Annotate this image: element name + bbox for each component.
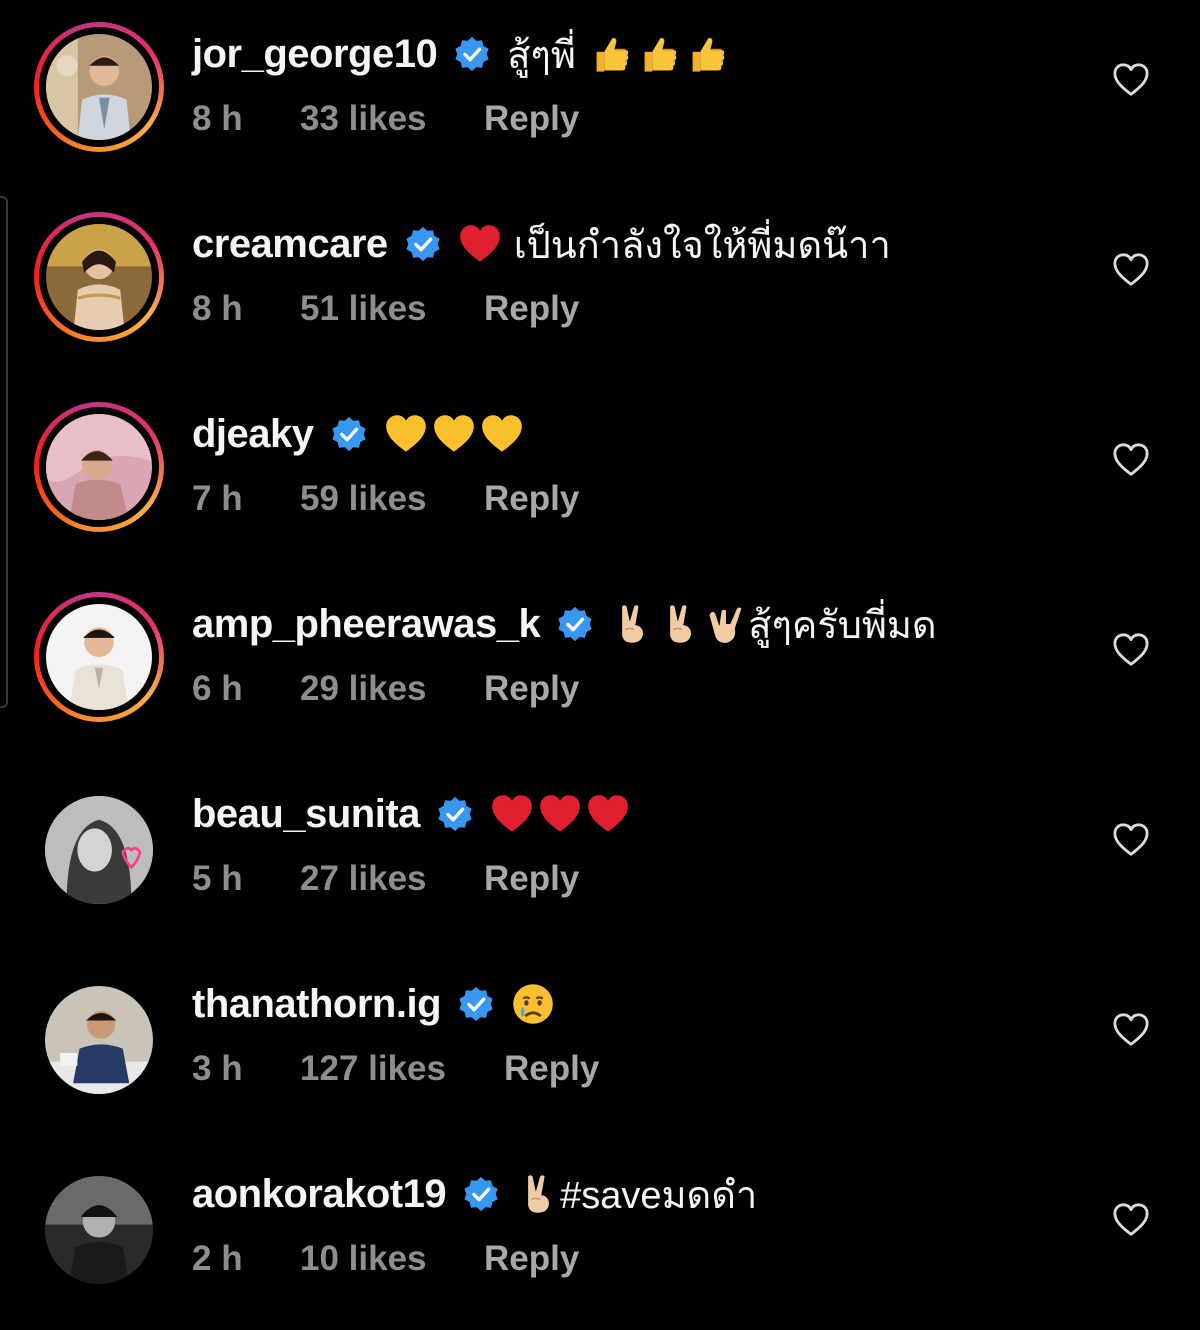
- likes-count[interactable]: 59 likes: [300, 479, 484, 519]
- verified-badge-icon: [404, 225, 442, 263]
- username[interactable]: djeaky: [192, 412, 314, 457]
- comment-item: beau_sunita 5 h 27 likes Reply: [0, 760, 1200, 950]
- comment-item: djeaky 7 h 59 likes Reply: [0, 380, 1200, 570]
- likes-count[interactable]: 27 likes: [300, 859, 484, 899]
- comment-header: amp_pheerawas_k สู้ๆครับพี่มด: [192, 600, 937, 648]
- verified-badge-icon: [556, 605, 594, 643]
- comment-meta: 3 h 127 likes Reply: [192, 1046, 599, 1092]
- comment-header: aonkorakot19 #saveมดดำ: [192, 1170, 757, 1218]
- comment-text: สู้ๆครับพี่มด: [748, 604, 937, 647]
- avatar-image: [46, 604, 152, 710]
- like-heart-icon[interactable]: [1112, 1012, 1150, 1048]
- comment-meta: 8 h 51 likes Reply: [192, 286, 579, 332]
- timestamp: 5 h: [192, 859, 243, 898]
- comment-meta: 5 h 27 likes Reply: [192, 856, 579, 902]
- yellow-heart-emoji-icon: [432, 412, 476, 456]
- avatar-image: [46, 34, 152, 140]
- comment-text: สู้ๆพี่: [507, 34, 576, 77]
- avatar[interactable]: [34, 22, 164, 152]
- like-heart-icon[interactable]: [1112, 632, 1150, 668]
- victory-hand-emoji-icon: [610, 602, 654, 646]
- likes-count[interactable]: 51 likes: [300, 289, 484, 329]
- avatar[interactable]: [45, 1176, 153, 1284]
- reply-button[interactable]: Reply: [484, 859, 579, 899]
- comment-item: thanathorn.ig 3 h 127 likes Reply: [0, 950, 1200, 1140]
- red-heart-emoji-icon: [458, 222, 502, 266]
- victory-hand-emoji-icon: [658, 602, 702, 646]
- red-heart-emoji-icon: [490, 792, 534, 836]
- reply-button[interactable]: Reply: [484, 1239, 579, 1279]
- red-heart-emoji-icon: [538, 792, 582, 836]
- thumbs-up-emoji-icon: [686, 32, 730, 76]
- timestamp: 7 h: [192, 479, 243, 518]
- timestamp: 3 h: [192, 1049, 243, 1088]
- victory-hand-emoji-icon: [516, 1172, 560, 1216]
- comment-meta: 7 h 59 likes Reply: [192, 476, 579, 522]
- yellow-heart-emoji-icon: [384, 412, 428, 456]
- comment-item: jor_george10 สู้ๆพี่ 8 h 33 likes Reply: [0, 0, 1200, 190]
- comment-header: djeaky: [192, 410, 524, 458]
- like-heart-icon[interactable]: [1112, 1202, 1150, 1238]
- like-heart-icon[interactable]: [1112, 442, 1150, 478]
- reply-button[interactable]: Reply: [484, 479, 579, 519]
- avatar[interactable]: [34, 402, 164, 532]
- reply-button[interactable]: Reply: [484, 99, 579, 139]
- comment-text: เป็นกำลังใจให้พี่มดน๊าา: [513, 224, 891, 267]
- avatar[interactable]: [34, 592, 164, 722]
- username[interactable]: creamcare: [192, 222, 388, 267]
- comment-meta: 8 h 33 likes Reply: [192, 96, 579, 142]
- avatar[interactable]: [45, 796, 153, 904]
- comment-item: creamcare เป็นกำลังใจให้พี่มดน๊าา 8 h 51…: [0, 190, 1200, 380]
- avatar-image: [45, 986, 153, 1094]
- timestamp: 6 h: [192, 669, 243, 708]
- reply-button[interactable]: Reply: [504, 1049, 599, 1089]
- username[interactable]: aonkorakot19: [192, 1172, 447, 1217]
- verified-badge-icon: [462, 1175, 500, 1213]
- red-heart-emoji-icon: [586, 792, 630, 836]
- comment-header: beau_sunita: [192, 790, 630, 838]
- verified-badge-icon: [457, 985, 495, 1023]
- comment-header: thanathorn.ig: [192, 980, 555, 1028]
- love-you-hand-emoji-icon: [704, 602, 748, 646]
- reply-button[interactable]: Reply: [484, 289, 579, 329]
- likes-count[interactable]: 10 likes: [300, 1239, 484, 1279]
- likes-count[interactable]: 29 likes: [300, 669, 484, 709]
- comment-item: amp_pheerawas_k สู้ๆครับพี่มด 6 h 29 lik…: [0, 570, 1200, 760]
- timestamp: 2 h: [192, 1239, 243, 1278]
- timestamp: 8 h: [192, 289, 243, 328]
- timestamp: 8 h: [192, 99, 243, 138]
- comment-header: jor_george10 สู้ๆพี่: [192, 30, 730, 78]
- likes-count[interactable]: 33 likes: [300, 99, 484, 139]
- avatar-image: [46, 414, 152, 520]
- reply-button[interactable]: Reply: [484, 669, 579, 709]
- verified-badge-icon: [453, 35, 491, 73]
- like-heart-icon[interactable]: [1112, 62, 1150, 98]
- avatar-image: [46, 224, 152, 330]
- verified-badge-icon: [436, 795, 474, 833]
- crying-face-emoji-icon: [511, 982, 555, 1026]
- username[interactable]: beau_sunita: [192, 792, 420, 837]
- thumbs-up-emoji-icon: [590, 32, 634, 76]
- likes-count[interactable]: 127 likes: [300, 1049, 504, 1089]
- comment-header: creamcare เป็นกำลังใจให้พี่มดน๊าา: [192, 220, 891, 268]
- username[interactable]: jor_george10: [192, 32, 438, 77]
- comment-text: #saveมดดำ: [560, 1174, 758, 1217]
- avatar[interactable]: [34, 212, 164, 342]
- avatar-image: [45, 1176, 153, 1284]
- thumbs-up-emoji-icon: [638, 32, 682, 76]
- verified-badge-icon: [330, 415, 368, 453]
- comment-item: aonkorakot19 #saveมดดำ 2 h 10 likes Repl…: [0, 1140, 1200, 1330]
- like-heart-icon[interactable]: [1112, 822, 1150, 858]
- comment-meta: 2 h 10 likes Reply: [192, 1236, 579, 1282]
- like-heart-icon[interactable]: [1112, 252, 1150, 288]
- yellow-heart-emoji-icon: [480, 412, 524, 456]
- comment-meta: 6 h 29 likes Reply: [192, 666, 579, 712]
- username[interactable]: amp_pheerawas_k: [192, 602, 541, 647]
- avatar[interactable]: [45, 986, 153, 1094]
- username[interactable]: thanathorn.ig: [192, 982, 442, 1027]
- avatar-image: [45, 796, 153, 904]
